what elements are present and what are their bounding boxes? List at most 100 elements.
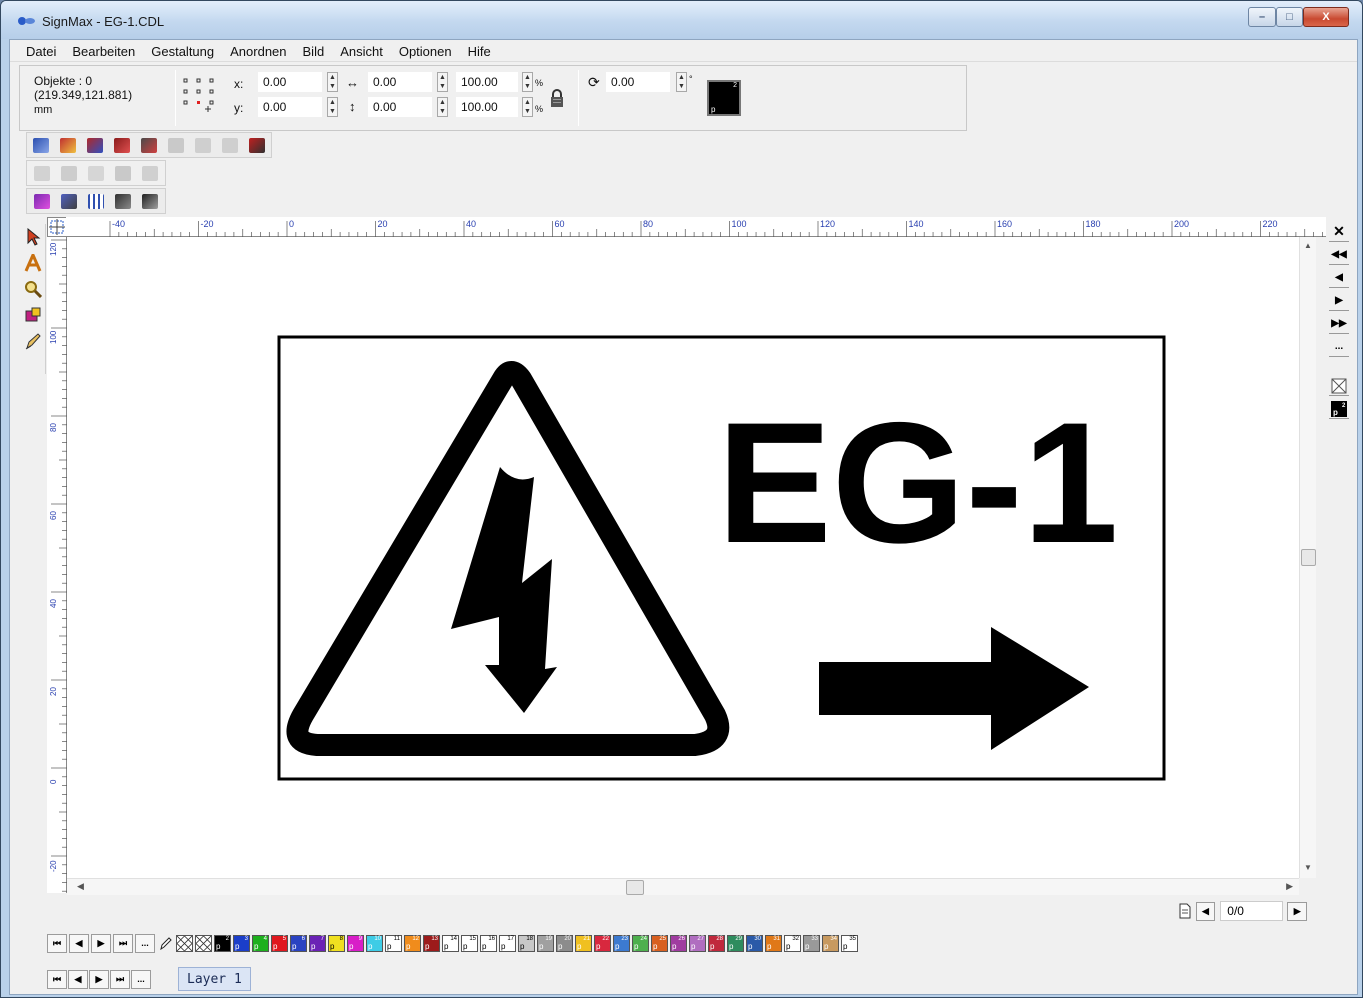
grid-button[interactable] — [82, 190, 109, 212]
color-swatch[interactable]: p 14 — [442, 934, 459, 952]
next-page-button[interactable]: ▶ — [1329, 291, 1349, 311]
align-button[interactable] — [55, 162, 82, 184]
color-swatch[interactable]: p 24 — [632, 934, 649, 952]
y-spinner[interactable]: ▲ ▼ — [327, 97, 338, 117]
color-swatch[interactable]: p4 — [252, 934, 269, 952]
layer-prev-button[interactable]: ◀ — [68, 969, 88, 989]
menu-bild[interactable]: Bild — [295, 40, 333, 62]
color-swatch[interactable]: p 16 — [480, 934, 497, 952]
horizontal-ruler[interactable]: -40 -20 0 20 40 60 80 100 120 140 160 180 200 220 — [66, 217, 1341, 237]
layer-more-button[interactable]: ... — [131, 969, 151, 989]
vertical-ruler[interactable]: 120 100 80 60 40 20 0 -20 — [47, 237, 67, 893]
scale-x-field[interactable]: 100.00 — [456, 72, 518, 92]
scroll-right-icon[interactable]: ▶ — [1286, 881, 1293, 892]
disabled-button-3[interactable] — [216, 134, 243, 156]
last-page-button[interactable]: ▶▶ — [1329, 314, 1349, 334]
palette-more-button[interactable]: ... — [135, 933, 155, 953]
color-swatch[interactable]: p 10 — [366, 934, 383, 952]
color-swatch[interactable]: p 33 — [803, 934, 820, 952]
y-position-field[interactable]: 0.00 — [258, 97, 322, 117]
rotation-field[interactable]: 0.00 — [606, 72, 670, 92]
color-swatch[interactable]: p 31 — [765, 934, 782, 952]
dashed-select-button[interactable] — [55, 190, 82, 212]
scroll-up-icon[interactable]: ▲ — [1304, 241, 1312, 250]
menu-hilfe[interactable]: Hife — [460, 40, 499, 62]
color-swatch[interactable]: p8 — [328, 934, 345, 952]
color-swatch[interactable]: p 34 — [822, 934, 839, 952]
text-tool[interactable] — [22, 250, 44, 276]
color-swatch[interactable]: p9 — [347, 934, 364, 952]
color-swatch[interactable]: p3 — [233, 934, 250, 952]
color-swatch[interactable]: p 19 — [537, 934, 554, 952]
no-fill-button[interactable] — [1329, 376, 1349, 396]
fill-tool[interactable] — [22, 302, 44, 328]
color-swatch[interactable]: p6 — [290, 934, 307, 952]
scroll-down-icon[interactable]: ▼ — [1304, 863, 1312, 872]
color-swatch[interactable]: p 35 — [841, 934, 858, 952]
color-swatch[interactable]: p 26 — [670, 934, 687, 952]
menu-ansicht[interactable]: Ansicht — [332, 40, 391, 62]
drawing-canvas[interactable]: EG-1 — [67, 237, 1299, 878]
layer-next-button[interactable]: ▶ — [89, 969, 109, 989]
x-position-field[interactable]: 0.00 — [258, 72, 322, 92]
color-swatch[interactable] — [176, 934, 193, 952]
color-swatch[interactable]: p 30 — [746, 934, 763, 952]
close-button[interactable]: X — [1303, 7, 1349, 27]
prev-page-button[interactable]: ◀ — [1329, 268, 1349, 288]
palette-last-button[interactable]: ⏭ — [113, 933, 133, 953]
color-swatch[interactable]: p 28 — [708, 934, 725, 952]
color-swatch[interactable]: p2 — [214, 934, 231, 952]
close-panel-button[interactable]: ✕ — [1329, 222, 1349, 242]
menu-bearbeiten[interactable]: Bearbeiten — [64, 40, 143, 62]
menu-gestaltung[interactable]: Gestaltung — [143, 40, 222, 62]
maximize-button[interactable]: □ — [1276, 7, 1303, 27]
cut-output-button[interactable] — [243, 134, 270, 156]
color-swatch[interactable]: p 27 — [689, 934, 706, 952]
vectorize-button[interactable] — [82, 134, 109, 156]
move-button[interactable] — [28, 162, 55, 184]
anchor-grid-icon[interactable] — [182, 76, 222, 116]
menu-datei[interactable]: Datei — [18, 40, 64, 62]
color-swatch[interactable]: p 25 — [651, 934, 668, 952]
color-swatch[interactable]: p 12 — [404, 934, 421, 952]
ruler-origin[interactable] — [47, 217, 67, 237]
color-swatch[interactable] — [195, 934, 212, 952]
node-select-button[interactable] — [28, 190, 55, 212]
page-next-button[interactable]: ▶ — [1287, 901, 1308, 921]
lock-icon[interactable] — [549, 88, 565, 108]
import-button[interactable] — [28, 134, 55, 156]
layer-first-button[interactable]: ⏮ — [47, 969, 67, 989]
layer-last-button[interactable]: ⏭ — [110, 969, 130, 989]
scale-y-field[interactable]: 100.00 — [456, 97, 518, 117]
distribute-button[interactable] — [136, 162, 163, 184]
color-swatch[interactable]: p 20 — [556, 934, 573, 952]
color-swatch[interactable]: p 32 — [784, 934, 801, 952]
outline-button[interactable] — [109, 134, 136, 156]
horizontal-scroll-thumb[interactable] — [626, 880, 644, 895]
mirror-button[interactable] — [109, 162, 136, 184]
color-swatch[interactable]: p 29 — [727, 934, 744, 952]
menu-optionen[interactable]: Optionen — [391, 40, 460, 62]
scale-x-spinner[interactable]: ▲ ▼ — [522, 72, 533, 92]
color-swatch[interactable]: p 22 — [594, 934, 611, 952]
minimize-button[interactable]: – — [1248, 7, 1276, 27]
page-prev-button[interactable]: ◀ — [1195, 901, 1216, 921]
menu-anordnen[interactable]: Anordnen — [222, 40, 294, 62]
width-field[interactable]: 0.00 — [368, 72, 432, 92]
node-edit-button[interactable] — [109, 190, 136, 212]
height-field[interactable]: 0.00 — [368, 97, 432, 117]
node-add-button[interactable] — [136, 190, 163, 212]
more-button[interactable]: ... — [1329, 337, 1349, 357]
color-swatch[interactable]: p 15 — [461, 934, 478, 952]
palette-first-button[interactable]: ⏮ — [47, 933, 67, 953]
page-icon[interactable] — [1174, 901, 1196, 921]
color-swatch[interactable]: p 23 — [613, 934, 630, 952]
pen-tool[interactable] — [22, 328, 44, 354]
palette-next-button[interactable]: ▶ — [91, 933, 111, 953]
export-button[interactable] — [55, 134, 82, 156]
first-page-button[interactable]: ◀◀ — [1329, 245, 1349, 265]
color-swatch[interactable]: p 13 — [423, 934, 440, 952]
vertical-scroll-thumb[interactable] — [1301, 549, 1316, 566]
height-spinner[interactable]: ▲ ▼ — [437, 97, 448, 117]
scroll-left-icon[interactable]: ◀ — [77, 881, 84, 892]
